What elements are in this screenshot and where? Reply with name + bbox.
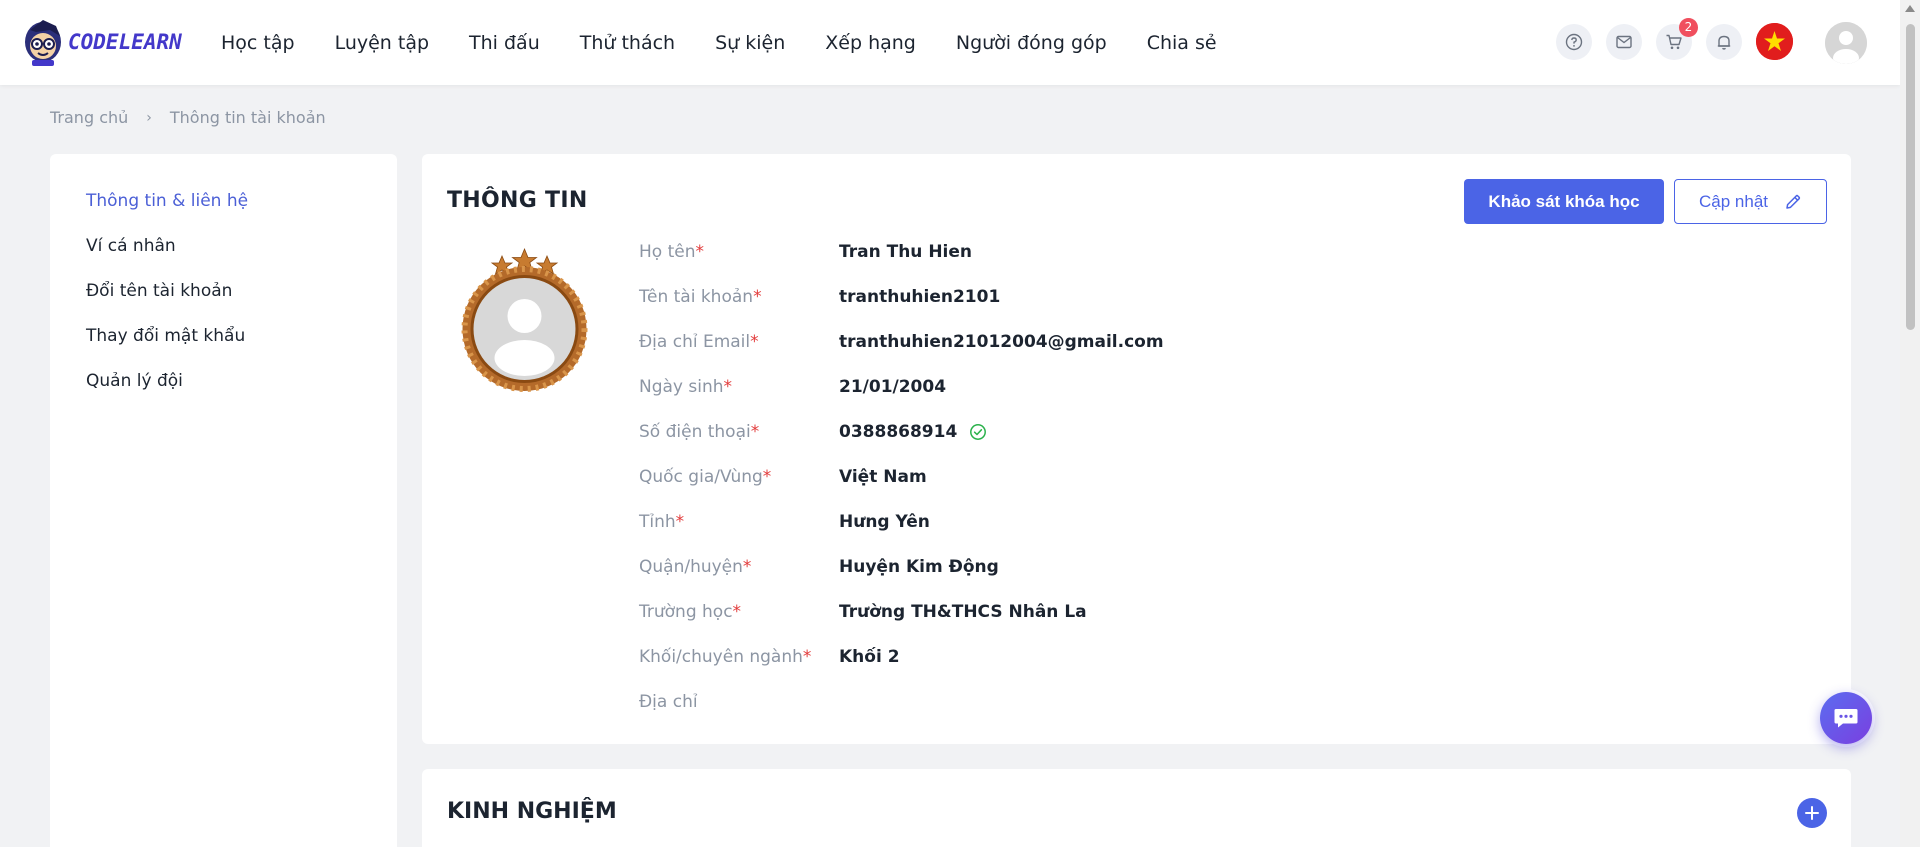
required-mark: * [742,557,752,577]
scroll-up-arrow-icon[interactable] [1905,5,1915,12]
mail-button[interactable] [1606,24,1642,60]
field-province: Tỉnh* Hưng Yên [639,510,930,534]
required-mark: * [723,377,733,397]
field-address: Địa chỉ [639,690,839,714]
field-value: Trường TH&THCS Nhân La [839,602,1087,622]
field-label: Họ tên [639,242,696,262]
required-mark: * [732,602,742,622]
required-mark: * [762,467,772,487]
field-label: Địa chỉ Email [639,332,751,352]
field-value: Huyện Kim Động [839,557,999,577]
nav-item-thi-dau[interactable]: Thi đấu [469,32,540,54]
required-mark: * [750,422,760,442]
field-full-name: Họ tên* Tran Thu Hien [639,240,972,264]
field-label: Quốc gia/Vùng [639,467,763,487]
experience-card: KINH NGHIỆM [422,769,1851,847]
field-username: Tên tài khoản* tranthuhien2101 [639,285,1000,309]
field-label: Tên tài khoản [639,287,754,307]
update-button-label: Cập nhật [1699,191,1768,211]
nav-item-nguoi-dong-gop[interactable]: Người đóng góp [956,32,1107,54]
breadcrumb: Trang chủ › Thông tin tài khoản [50,108,326,127]
field-label: Số điện thoại [639,422,751,442]
brand-name: CODELEARN [68,30,182,54]
check-circle-icon [970,424,987,440]
field-value: 0388868914 [839,422,987,442]
question-icon [1565,33,1583,51]
header-tools: 2 [1500,0,1900,85]
vietnam-flag-icon [1756,23,1793,60]
nav-item-hoc-tap[interactable]: Học tập [221,32,295,54]
account-sidebar: Thông tin & liên hệ Ví cá nhân Đổi tên t… [50,154,397,847]
field-label: Trường học [639,602,733,622]
required-mark: * [675,512,685,532]
update-button[interactable]: Cập nhật [1674,179,1827,224]
chat-icon [1834,709,1858,728]
cart-icon [1666,34,1682,50]
nav-item-xep-hang[interactable]: Xếp hạng [825,32,916,54]
field-email: Địa chỉ Email* tranthuhien21012004@gmail… [639,330,1164,354]
field-label: Ngày sinh [639,377,724,397]
mail-icon [1616,35,1632,49]
user-avatar-button[interactable] [1825,22,1867,64]
sidebar-item-team-management[interactable]: Quản lý đội [86,371,183,391]
help-button[interactable] [1556,24,1592,60]
profile-avatar[interactable] [457,244,592,394]
field-value: Tran Thu Hien [839,242,973,262]
main-nav: Học tập Luyện tập Thi đấu Thử thách Sự k… [221,0,1257,85]
top-navigation-bar: CODELEARN Học tập Luyện tập Thi đấu Thử … [0,0,1900,85]
required-mark: * [753,287,762,307]
field-value: tranthuhien2101 [839,287,1001,307]
field-value: 21/01/2004 [839,377,947,397]
field-value: tranthuhien21012004@gmail.com [839,332,1164,352]
field-label: Địa chỉ [639,692,698,712]
field-value: Việt Nam [839,467,927,487]
field-school: Trường học* Trường TH&THCS Nhân La [639,600,1087,624]
breadcrumb-current: Thông tin tài khoản [169,108,326,127]
cart-count-badge: 2 [1679,18,1698,37]
scrollbar-thumb[interactable] [1906,24,1915,330]
page-scrollbar[interactable] [1900,0,1920,847]
nav-item-luyen-tap[interactable]: Luyện tập [335,32,429,54]
phone-number: 0388868914 [839,422,958,442]
language-switcher[interactable] [1756,23,1793,60]
experience-title: KINH NGHIỆM [447,799,617,824]
field-grade: Khối/chuyên ngành* Khối 2 [639,645,900,669]
pencil-icon [1786,194,1801,209]
required-mark: * [695,242,705,262]
nav-item-thu-thach[interactable]: Thử thách [580,32,675,54]
chevron-right-icon: › [146,109,152,126]
nav-item-su-kien[interactable]: Sự kiện [715,32,785,54]
field-birthday: Ngày sinh* 21/01/2004 [639,375,946,399]
notification-button[interactable] [1706,24,1742,60]
required-mark: * [802,647,812,667]
bell-icon [1717,35,1731,50]
chat-button[interactable] [1820,692,1872,744]
field-phone: Số điện thoại* 0388868914 [639,420,987,444]
sidebar-item-change-password[interactable]: Thay đổi mật khẩu [86,326,245,346]
codelearn-mascot-icon [25,20,61,66]
sidebar-item-contact-info[interactable]: Thông tin & liên hệ [86,191,248,211]
info-card: THÔNG TIN Khảo sát khóa học Cập nhật Họ … [422,154,1851,744]
cart-button[interactable]: 2 [1656,18,1698,60]
field-label: Khối/chuyên ngành [639,647,803,667]
required-mark: * [750,332,759,352]
field-country: Quốc gia/Vùng* Việt Nam [639,465,927,489]
course-survey-button[interactable]: Khảo sát khóa học [1464,179,1664,224]
field-label: Tỉnh [639,512,676,532]
field-label: Quận/huyện [639,557,743,577]
field-value: Khối 2 [839,647,900,667]
field-value: Hưng Yên [839,512,930,532]
sidebar-item-rename-account[interactable]: Đổi tên tài khoản [86,281,232,301]
user-avatar-icon [1825,22,1867,64]
field-district: Quận/huyện* Huyện Kim Động [639,555,999,579]
plus-icon [1805,806,1819,820]
sidebar-item-wallet[interactable]: Ví cá nhân [86,236,176,256]
codelearn-logo[interactable]: CODELEARN [22,16,182,68]
add-experience-button[interactable] [1797,798,1827,828]
nav-item-chia-se[interactable]: Chia sẻ [1147,32,1217,54]
breadcrumb-home[interactable]: Trang chủ [50,108,128,127]
info-title: THÔNG TIN [447,188,588,213]
